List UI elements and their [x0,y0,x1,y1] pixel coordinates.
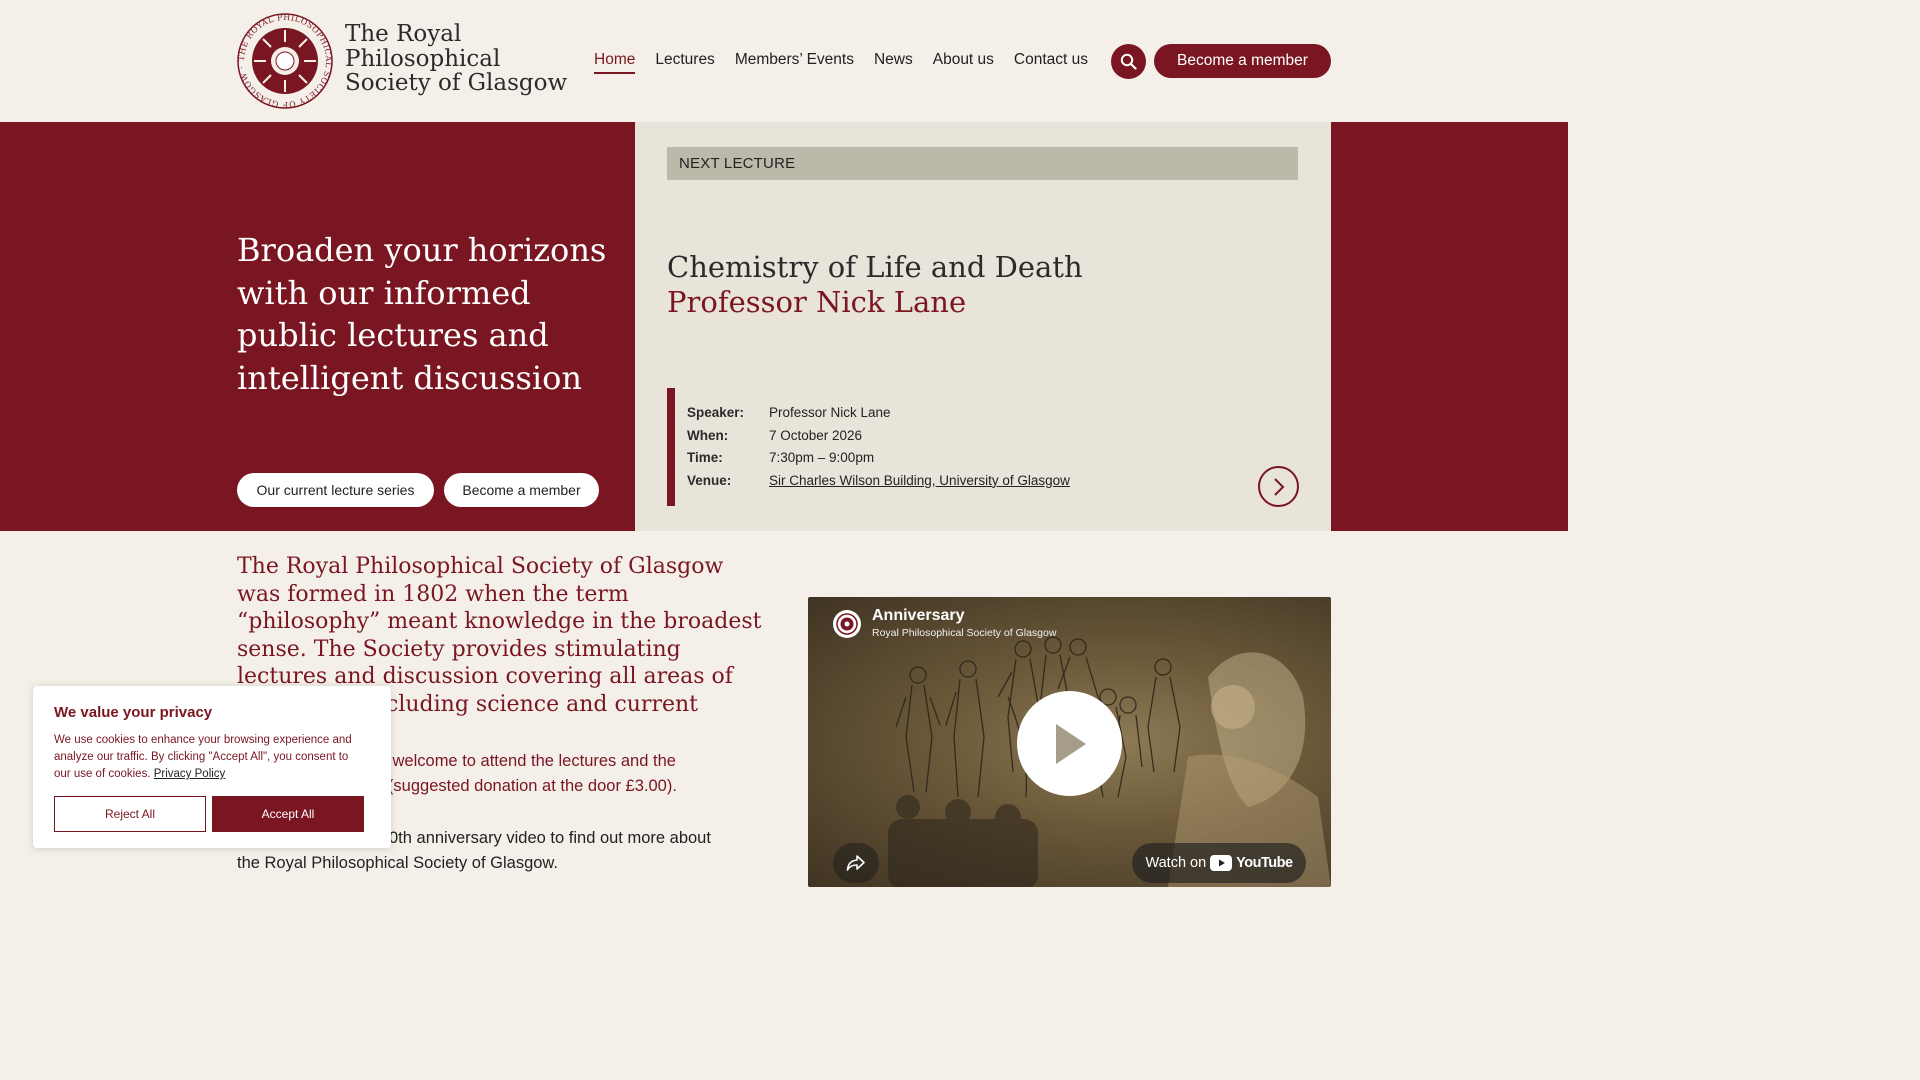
detail-row-speaker: Speaker: Professor Nick Lane [687,402,1070,425]
youtube-wordmark: YouTube [1236,855,1293,871]
brand-name[interactable]: The Royal Philosophical Society of Glasg… [345,22,567,96]
play-icon [1055,723,1086,764]
nav-lectures[interactable]: Lectures [655,51,714,74]
detail-row-time: Time: 7:30pm – 9:00pm [687,447,1070,470]
lecture-details: Speaker: Professor Nick Lane When: 7 Oct… [667,388,1070,506]
watch-on-youtube-button[interactable]: Watch on YouTube [1132,843,1306,883]
hero-headline: Broaden your horizons with our informed … [237,231,607,397]
brand-line-3: Society of Glasgow [345,70,568,96]
reject-all-button[interactable]: Reject All [54,796,206,832]
share-icon [846,855,865,871]
detail-key: Venue: [687,472,732,488]
chevron-right-icon [1273,477,1284,496]
lecture-title[interactable]: Chemistry of Life and Death [667,250,1083,284]
become-member-hero-button[interactable]: Become a member [444,473,599,507]
society-seal-logo[interactable]: THE ROYAL PHILOSOPHICAL SOCIETY OF GLASG… [232,5,334,110]
anniversary-video[interactable]: Anniversary Royal Philosophical Society … [808,597,1331,887]
detail-row-venue: Venue: Sir Charles Wilson Building, Univ… [687,470,1070,493]
video-title[interactable]: Anniversary [872,607,965,625]
detail-row-when: When: 7 October 2026 [687,425,1070,448]
accept-all-button[interactable]: Accept All [212,796,364,832]
site-header: THE ROYAL PHILOSOPHICAL SOCIETY OF GLASG… [0,0,1568,122]
venue-link[interactable]: Sir Charles Wilson Building, University … [769,470,1070,493]
search-icon [1120,53,1137,70]
cookie-title: We value your privacy [54,704,213,721]
nav-about-us[interactable]: About us [933,51,994,74]
lecture-speaker-heading[interactable]: Professor Nick Lane [667,285,966,319]
next-lecture-panel: NEXT LECTURE Chemistry of Life and Death… [635,122,1331,531]
brand-line-1: The Royal [345,21,462,47]
current-lecture-series-button[interactable]: Our current lecture series [237,473,434,507]
cookie-text: We use cookies to enhance your browsing … [54,732,364,783]
cookie-consent-banner: We value your privacy We use cookies to … [33,686,391,848]
detail-value: 7:30pm – 9:00pm [769,450,875,465]
privacy-policy-link[interactable]: Privacy Policy [154,768,226,780]
detail-key: Time: [687,450,723,465]
next-lecture-label: NEXT LECTURE [667,147,1298,180]
hero-section: Broaden your horizons with our informed … [0,122,1568,531]
channel-avatar[interactable] [833,610,861,638]
play-button[interactable] [1017,691,1122,796]
nav-news[interactable]: News [874,51,913,74]
share-button[interactable] [833,843,879,883]
main-nav: Home Lectures Members’ Events News About… [594,51,1088,74]
nav-contact-us[interactable]: Contact us [1014,51,1088,74]
watch-on-label: Watch on [1145,855,1207,871]
brand-line-2: Philosophical [345,45,501,72]
become-member-header-button[interactable]: Become a member [1154,44,1331,78]
nav-members-events[interactable]: Members’ Events [735,51,854,74]
search-button[interactable] [1111,44,1146,79]
video-channel-name[interactable]: Royal Philosophical Society of Glasgow [872,627,1056,639]
youtube-logo-icon [1210,855,1233,871]
detail-value: 7 October 2026 [769,427,863,443]
detail-value: Professor Nick Lane [769,405,891,420]
detail-key: Speaker: [687,405,745,420]
detail-key: When: [687,427,729,443]
nav-home[interactable]: Home [594,51,636,74]
lecture-details-arrow-button[interactable] [1258,466,1299,507]
